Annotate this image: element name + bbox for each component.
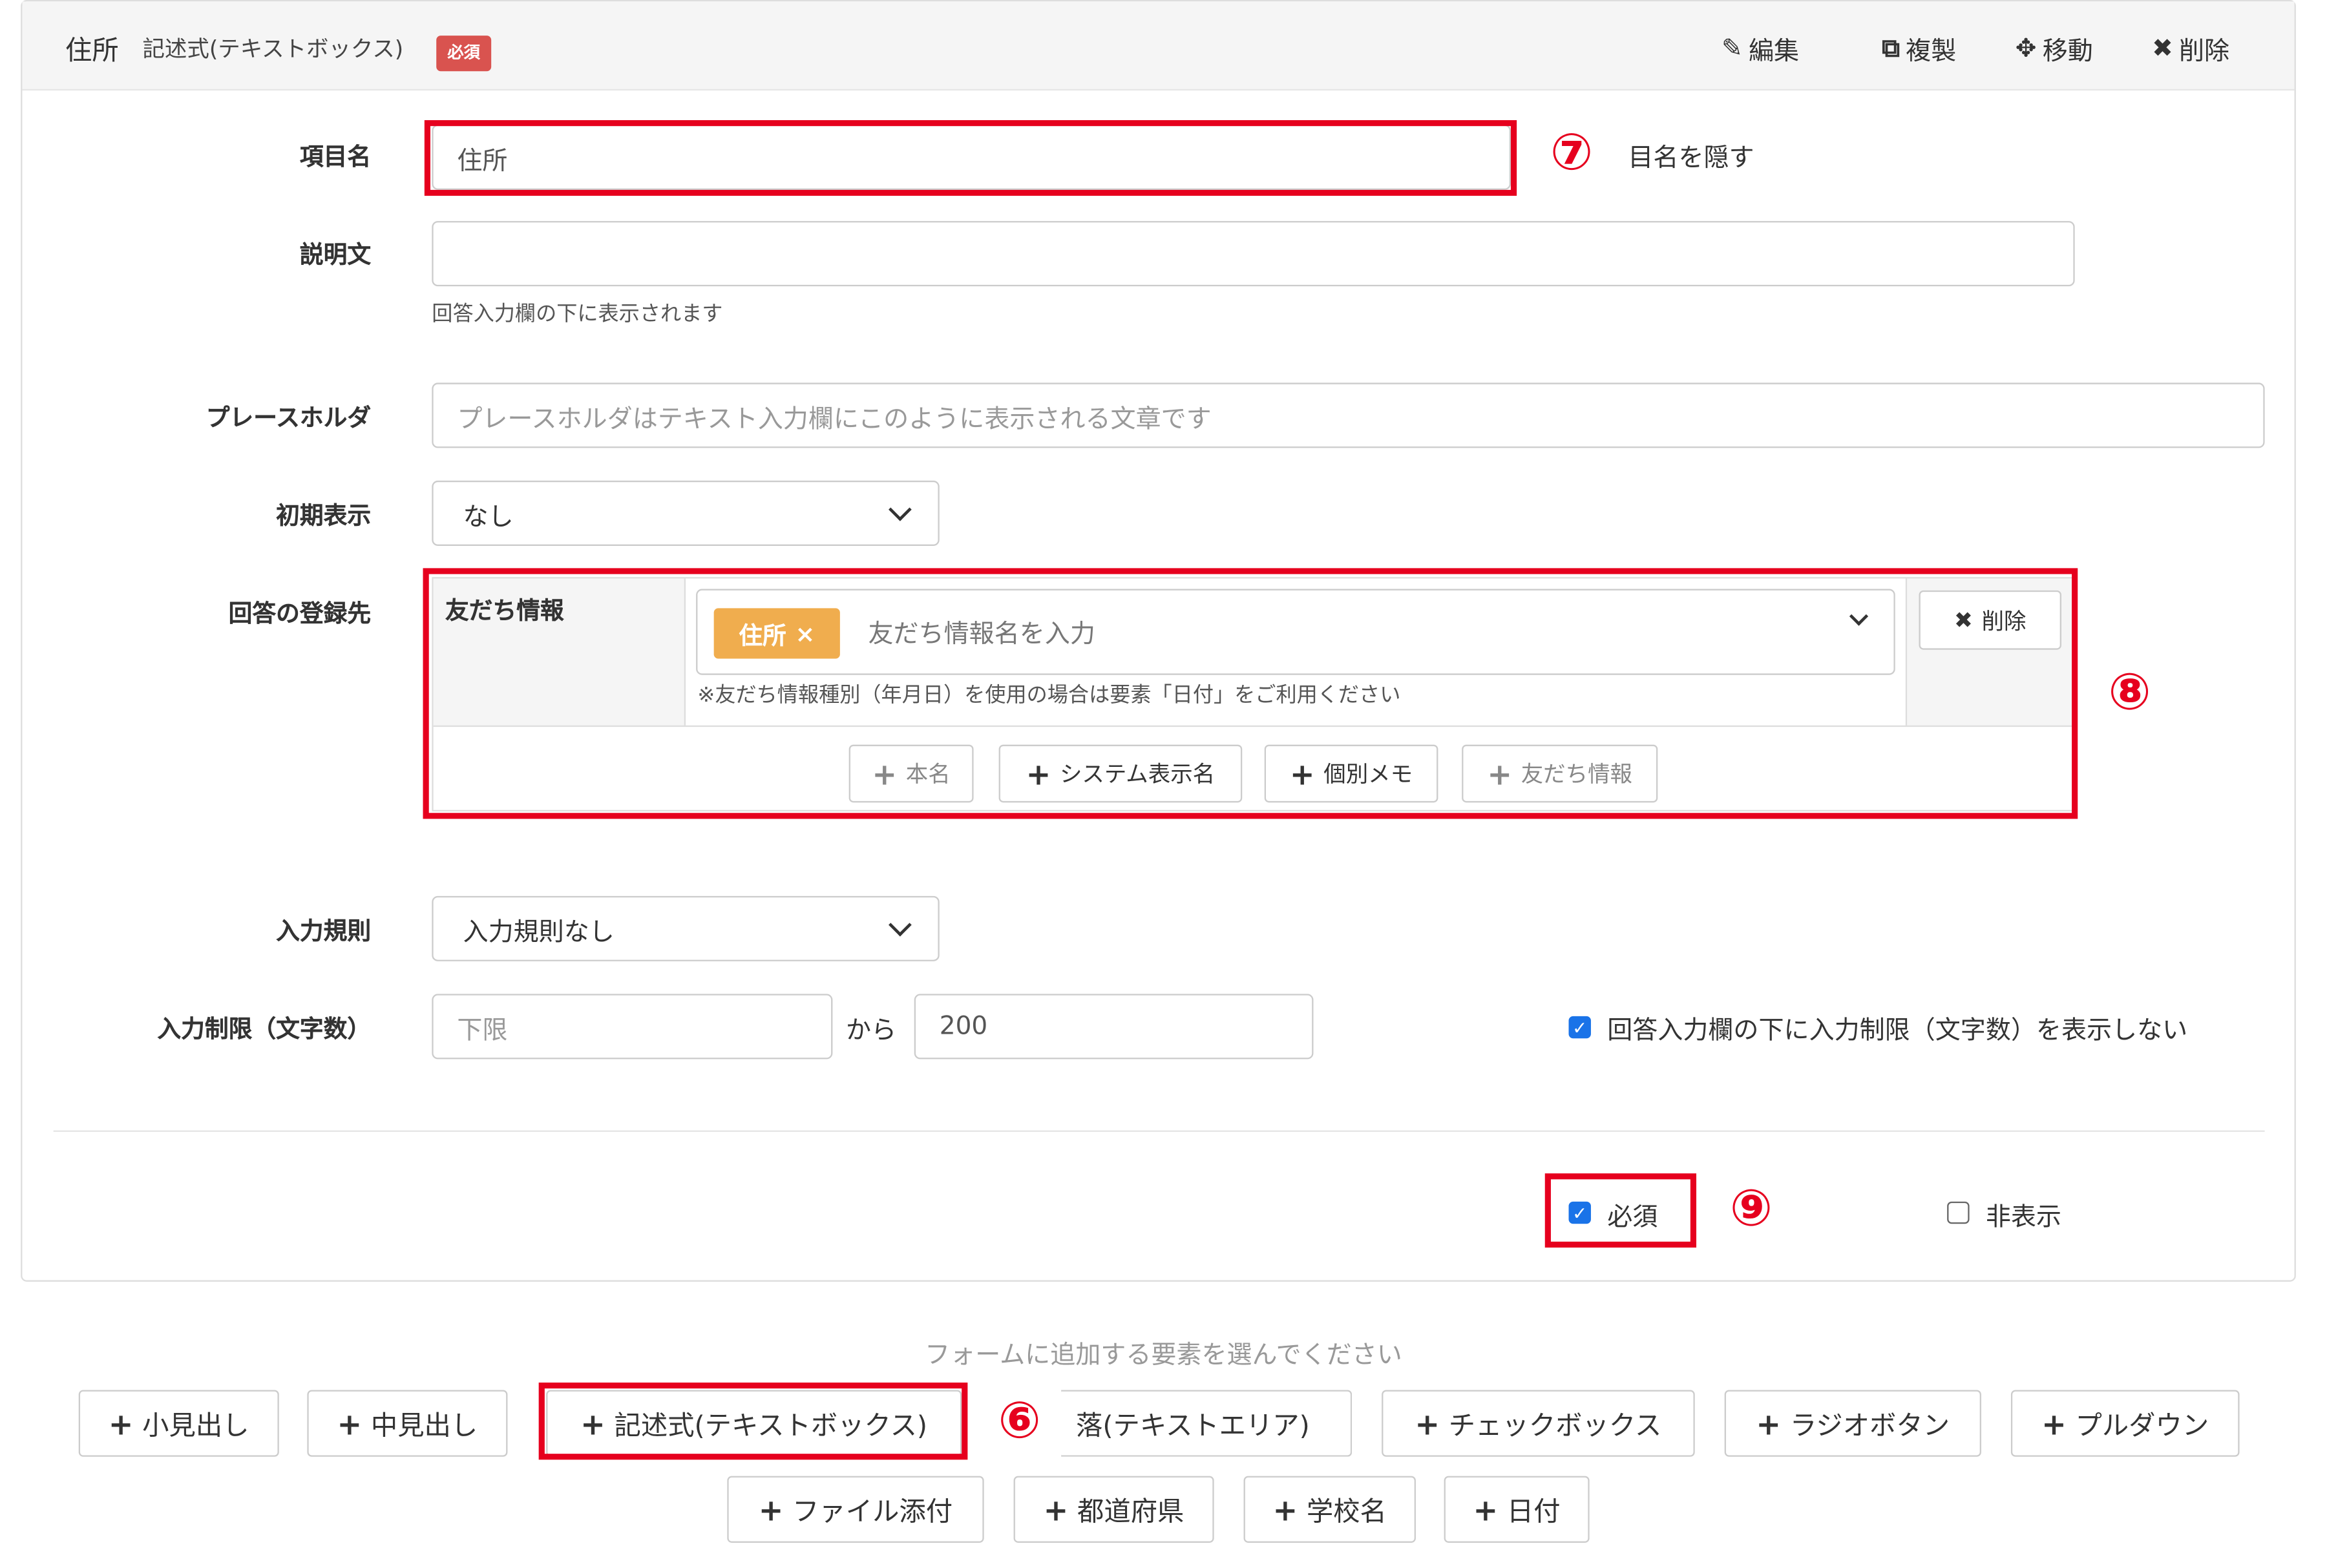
item-name-label: 項目名 — [299, 142, 372, 171]
highlight-9 — [1544, 1173, 1697, 1248]
placeholder-label: プレースホルダ — [205, 403, 372, 432]
add-element-prompt: フォームに追加する要素を選んでください — [925, 1341, 1402, 1371]
element-title: 住所 — [65, 36, 119, 67]
highlight-8 — [423, 568, 2078, 819]
plus-icon: + — [1415, 1405, 1440, 1441]
highlight-7 — [424, 120, 1517, 196]
edit-button[interactable]: ✎ 編集 — [1722, 30, 1799, 67]
chevron-down-icon — [889, 913, 912, 937]
placeholder-input[interactable]: プレースホルダはテキスト入力欄にこのように表示される文章です — [432, 382, 2265, 448]
plus-icon: + — [337, 1405, 363, 1441]
initial-display-label: 初期表示 — [276, 501, 372, 530]
annotation-6: ⑥ — [998, 1391, 1041, 1451]
annotation-9: ⑨ — [1729, 1179, 1773, 1239]
description-label: 説明文 — [299, 240, 372, 269]
add-file-button[interactable]: + ファイル添付 — [727, 1476, 984, 1543]
add-checkbox-button[interactable]: + チェックボックス — [1382, 1390, 1695, 1457]
hidden-text: 非表示 — [1985, 1203, 2061, 1233]
add-textarea-button[interactable]: 落(テキストエリア) — [1061, 1390, 1353, 1457]
min-length-input[interactable]: 下限 — [432, 994, 833, 1060]
x-icon: ✖ — [2152, 33, 2173, 63]
add-medium-heading-button[interactable]: + 中見出し — [307, 1390, 508, 1457]
registration-label: 回答の登録先 — [228, 599, 372, 628]
move-arrows-icon: ✥ — [2015, 33, 2037, 63]
range-separator: から — [846, 1016, 897, 1046]
add-date-button[interactable]: + 日付 — [1444, 1476, 1590, 1543]
add-small-heading-button[interactable]: + 小見出し — [78, 1390, 279, 1457]
add-pulldown-button[interactable]: + プルダウン — [2010, 1390, 2240, 1457]
add-school-button[interactable]: + 学校名 — [1243, 1476, 1416, 1543]
input-rule-label: 入力規則 — [276, 916, 372, 945]
plus-icon: + — [2041, 1405, 2067, 1441]
required-badge: 必須 — [436, 36, 492, 72]
description-input[interactable] — [432, 221, 2075, 287]
chevron-down-icon — [889, 497, 912, 521]
hide-limit-checkbox[interactable]: ✓ — [1568, 1016, 1591, 1039]
input-limit-label: 入力制限（文字数） — [157, 1014, 372, 1043]
annotation-7: ⑦ — [1550, 123, 1594, 183]
plus-icon: + — [1473, 1491, 1499, 1527]
duplicate-button[interactable]: ⧉ 複製 — [1882, 30, 1956, 67]
plus-icon: + — [1756, 1405, 1782, 1441]
hide-limit-text: 回答入力欄の下に入力制限（文字数）を表示しない — [1607, 1016, 2188, 1046]
plus-icon: + — [1043, 1491, 1069, 1527]
description-help: 回答入力欄の下に表示されます — [432, 302, 723, 327]
add-prefecture-button[interactable]: + 都道府県 — [1013, 1476, 1214, 1543]
pencil-icon: ✎ — [1722, 33, 1743, 63]
highlight-6 — [538, 1382, 968, 1460]
section-divider — [53, 1130, 2265, 1132]
plus-icon: + — [108, 1405, 134, 1441]
hide-item-name-text: 目名を隠す — [1628, 143, 1754, 174]
plus-icon: + — [758, 1491, 784, 1527]
plus-icon: + — [1272, 1491, 1298, 1527]
element-type: 記述式(テキストボックス) — [142, 36, 404, 63]
move-button[interactable]: ✥ 移動 — [2016, 30, 2093, 67]
copy-icon: ⧉ — [1882, 33, 1900, 63]
add-radio-button[interactable]: + ラジオボタン — [1724, 1390, 1981, 1457]
delete-button[interactable]: ✖ 削除 — [2152, 30, 2229, 67]
initial-display-select[interactable]: なし — [432, 480, 940, 546]
input-rule-select[interactable]: 入力規則なし — [432, 895, 940, 961]
max-length-input[interactable]: 200 — [914, 994, 1314, 1060]
annotation-8: ⑧ — [2108, 663, 2151, 723]
hidden-checkbox[interactable] — [1947, 1201, 1970, 1224]
